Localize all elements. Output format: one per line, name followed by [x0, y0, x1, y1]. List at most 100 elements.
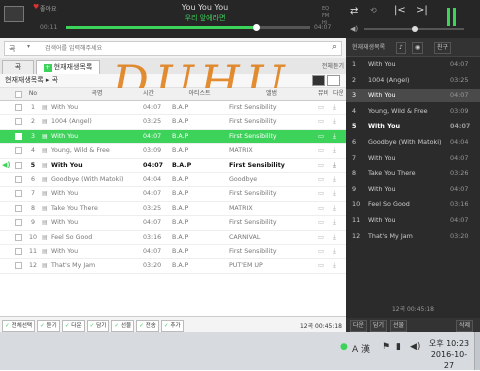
- play-all-button[interactable]: 전체듣기: [322, 61, 344, 70]
- panel-gift-button[interactable]: 선물: [390, 320, 408, 332]
- download-icon[interactable]: ⤓: [333, 159, 343, 172]
- row-checkbox[interactable]: [15, 104, 22, 111]
- row-checkbox[interactable]: [15, 132, 22, 140]
- lyrics-icon[interactable]: ▤: [42, 202, 50, 215]
- row-title[interactable]: Goodbye (With Matoki): [51, 173, 143, 186]
- lyrics-icon[interactable]: ▤: [42, 259, 50, 272]
- table-row[interactable]: 6 ▤ Goodbye (With Matoki) 04:04 B.A.P Goodbye…: [0, 173, 346, 188]
- volume-slider[interactable]: [364, 26, 464, 32]
- mv-icon[interactable]: ▭: [318, 130, 328, 143]
- show-desktop-button[interactable]: [474, 332, 480, 370]
- search-scope-select[interactable]: 곡: [9, 44, 15, 54]
- gift-button[interactable]: ✓ 선물: [111, 320, 135, 332]
- row-artist[interactable]: B.A.P: [172, 130, 227, 143]
- row-artist[interactable]: B.A.P: [172, 173, 227, 186]
- row-title[interactable]: With You: [51, 130, 143, 143]
- playlist-item[interactable]: 6 Goodbye (With Matoki) 04:04: [346, 136, 480, 149]
- playlist-item[interactable]: 12 That's My Jam 03:20: [346, 230, 480, 243]
- panel-download-button[interactable]: 다운: [350, 320, 368, 332]
- playlist-item[interactable]: 5 With You 04:07: [346, 120, 480, 133]
- download-icon[interactable]: ⤓: [333, 187, 343, 200]
- clock[interactable]: 오후 10:23 2016-10-27: [428, 338, 470, 371]
- playlist-item[interactable]: 11 With You 04:07: [346, 214, 480, 227]
- playlist-item[interactable]: 2 1004 (Angel) 03:25: [346, 74, 480, 87]
- table-row[interactable]: 1 ▤ With You 04:07 B.A.P First Sensibility ▭ ⤓: [0, 101, 346, 116]
- flag-icon[interactable]: ⚑: [382, 342, 390, 352]
- repeat-icon[interactable]: ⇄: [350, 6, 358, 17]
- mv-icon[interactable]: ▭: [318, 245, 328, 258]
- send-button[interactable]: ✓ 전송: [136, 320, 159, 332]
- table-row[interactable]: 8 ▤ Take You There 03:25 B.A.P MATRIX ▭ ⤓: [0, 202, 346, 217]
- row-title[interactable]: With You: [51, 245, 143, 258]
- row-title[interactable]: That's My Jam: [51, 259, 143, 272]
- row-title[interactable]: 1004 (Angel): [51, 115, 143, 128]
- mv-icon[interactable]: ▭: [318, 115, 328, 128]
- melon-tray-icon[interactable]: ●: [340, 342, 348, 352]
- row-artist[interactable]: B.A.P: [172, 101, 227, 114]
- mv-icon[interactable]: ▭: [318, 144, 328, 157]
- mv-icon[interactable]: ▭: [318, 216, 328, 229]
- row-title[interactable]: With You: [51, 159, 143, 172]
- next-icon[interactable]: >|: [416, 5, 428, 16]
- pause-icon-right[interactable]: [453, 8, 456, 26]
- download-icon[interactable]: ⤓: [333, 202, 343, 215]
- panel-delete-button[interactable]: 삭제: [456, 320, 474, 332]
- download-button[interactable]: ✓ 다운: [61, 320, 85, 332]
- row-artist[interactable]: B.A.P: [172, 216, 227, 229]
- mv-icon[interactable]: ▭: [318, 101, 328, 114]
- download-icon[interactable]: ⤓: [333, 259, 343, 272]
- mv-icon[interactable]: ▭: [318, 259, 328, 272]
- playlist-item[interactable]: 9 With You 04:07: [346, 183, 480, 196]
- row-title[interactable]: Take You There: [51, 202, 143, 215]
- table-row[interactable]: ◀) 5 ▤ With You 04:07 B.A.P First Sensibility ▭…: [0, 159, 346, 173]
- lyrics-icon[interactable]: ▤: [42, 144, 50, 157]
- row-checkbox[interactable]: [15, 204, 22, 212]
- row-artist[interactable]: B.A.P: [172, 231, 227, 244]
- album-art-thumbnail[interactable]: [4, 6, 24, 22]
- mv-icon[interactable]: ▭: [318, 159, 328, 172]
- tab-song[interactable]: 곡: [2, 60, 34, 74]
- previous-icon[interactable]: |<: [394, 5, 406, 16]
- header-album[interactable]: 앨범: [229, 88, 314, 100]
- mv-icon[interactable]: ▭: [318, 231, 328, 244]
- progress-knob[interactable]: [253, 24, 261, 31]
- download-icon[interactable]: ⤓: [333, 245, 343, 258]
- tab-current-playlist[interactable]: + 현재재생목록: [36, 60, 100, 74]
- row-album[interactable]: MATRIX: [229, 202, 314, 215]
- row-checkbox[interactable]: [15, 175, 22, 183]
- row-title[interactable]: Feel So Good: [51, 231, 143, 244]
- playlist-item[interactable]: 1 With You 04:07: [346, 58, 480, 71]
- row-artist[interactable]: B.A.P: [172, 115, 227, 128]
- download-icon[interactable]: ⤓: [333, 231, 343, 244]
- row-album[interactable]: First Sensibility: [229, 115, 314, 128]
- table-row[interactable]: 10 ▤ Feel So Good 03:16 B.A.P CARNIVAL ▭ ⤓: [0, 231, 346, 245]
- panel-save-button[interactable]: 담기: [370, 320, 388, 332]
- listen-button[interactable]: ✓ 듣기: [37, 320, 60, 332]
- download-icon[interactable]: ⤓: [333, 101, 343, 114]
- lyrics-icon[interactable]: ▤: [42, 173, 50, 186]
- download-icon[interactable]: ⤓: [333, 216, 343, 229]
- header-artist[interactable]: 아티스트: [172, 88, 227, 100]
- row-album[interactable]: First Sensibility: [229, 101, 314, 114]
- eq-labels[interactable]: EQ FM Hi: [322, 6, 329, 27]
- volume-knob[interactable]: [412, 26, 418, 32]
- table-row[interactable]: 9 ▤ With You 04:07 B.A.P First Sensibility ▭ ⤓: [0, 216, 346, 231]
- save-button[interactable]: ✓ 담기: [86, 320, 110, 332]
- search-input[interactable]: [45, 43, 315, 53]
- playlist-item[interactable]: 4 Young, Wild & Free 03:09: [346, 105, 480, 118]
- row-checkbox[interactable]: [15, 190, 22, 198]
- lyrics-icon[interactable]: ▤: [42, 159, 50, 172]
- list-view-icon[interactable]: [312, 75, 325, 86]
- heart-icon[interactable]: ♥: [33, 3, 39, 11]
- row-artist[interactable]: B.A.P: [172, 187, 227, 200]
- row-checkbox[interactable]: [15, 147, 22, 155]
- view-toggle[interactable]: [310, 75, 340, 88]
- row-checkbox[interactable]: [15, 161, 22, 169]
- row-title[interactable]: With You: [51, 187, 143, 200]
- row-checkbox[interactable]: [15, 262, 22, 270]
- rewind-icon[interactable]: ⟲: [370, 6, 377, 15]
- progress-bar[interactable]: [66, 24, 310, 31]
- row-album[interactable]: First Sensibility: [229, 130, 314, 143]
- header-time[interactable]: 시간: [143, 88, 163, 100]
- header-title[interactable]: 곡명: [51, 88, 143, 100]
